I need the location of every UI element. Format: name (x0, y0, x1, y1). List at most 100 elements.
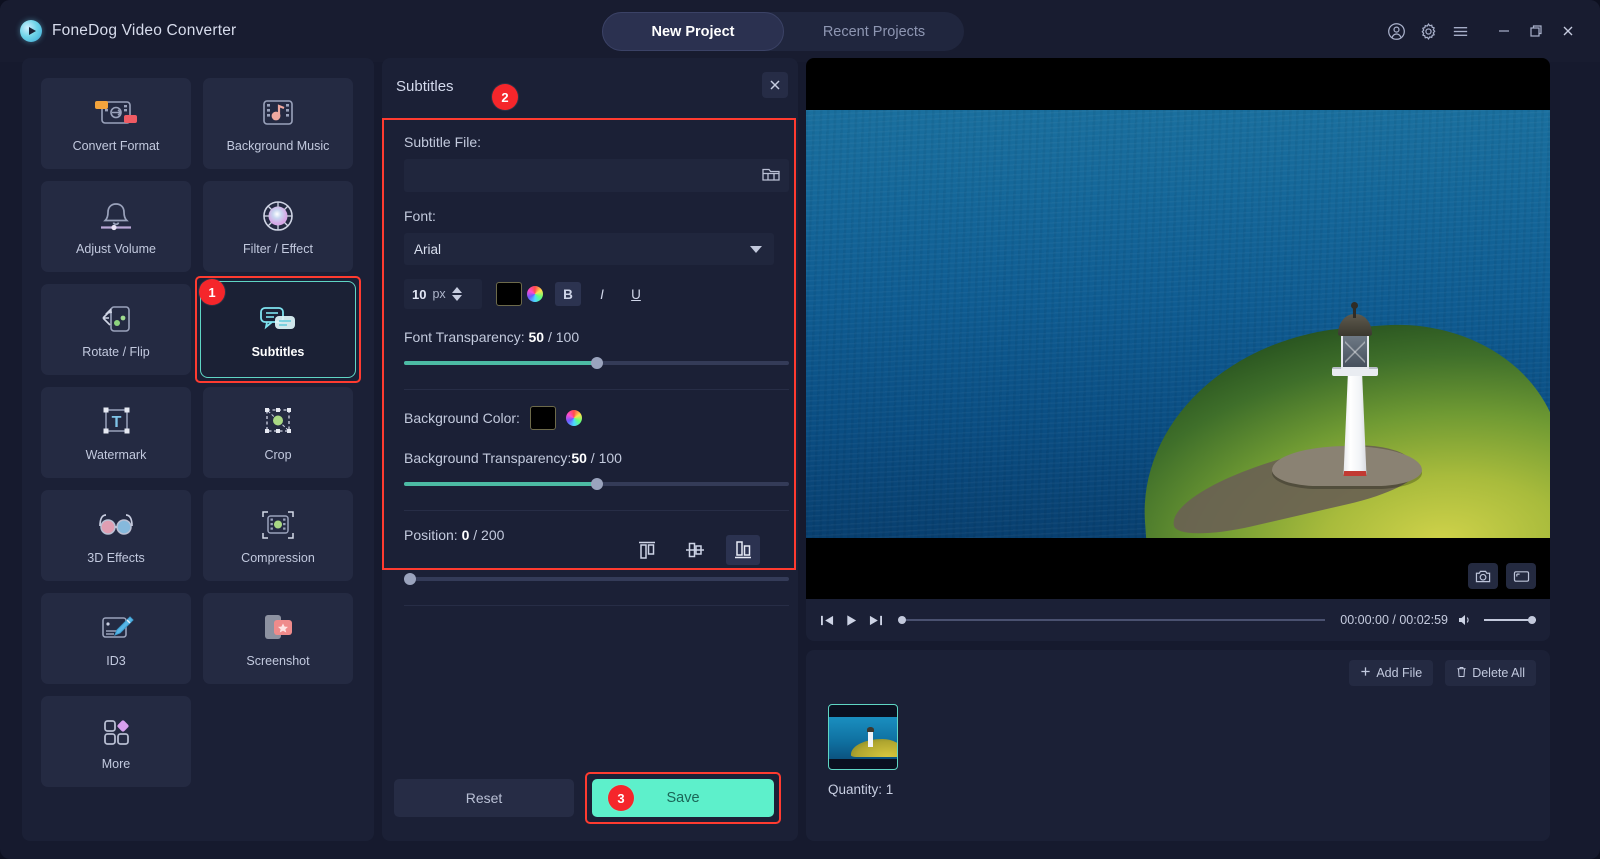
fullscreen-icon[interactable] (1506, 563, 1536, 589)
tool-3d-effects[interactable]: 3D Effects (41, 490, 191, 581)
tool-filter-effect[interactable]: Filter / Effect (203, 181, 353, 272)
italic-label: I (600, 286, 604, 302)
camera-icon[interactable] (1468, 563, 1498, 589)
volume-slider[interactable] (1484, 613, 1536, 627)
subtitle-file-field: Subtitle File: (404, 134, 789, 192)
tool-rotate-flip[interactable]: Rotate / Flip (41, 284, 191, 375)
background-transparency-text: Background Transparency: (404, 450, 572, 466)
font-size-unit: px (432, 287, 446, 301)
background-transparency-slider[interactable] (404, 476, 789, 492)
account-icon[interactable] (1380, 15, 1412, 47)
align-middle-icon[interactable] (678, 535, 712, 565)
underline-button[interactable]: U (623, 282, 649, 306)
more-icon (98, 712, 134, 750)
slider-fill (404, 361, 597, 365)
tool-watermark[interactable]: T Watermark (41, 387, 191, 478)
reset-button[interactable]: Reset (394, 779, 574, 817)
tool-compression[interactable]: Compression (203, 490, 353, 581)
tool-adjust-volume[interactable]: Adjust Volume (41, 181, 191, 272)
position-slider[interactable] (404, 571, 789, 587)
delete-all-label: Delete All (1472, 666, 1525, 680)
font-family-select[interactable]: Arial (404, 233, 774, 265)
tool-label: Compression (241, 551, 315, 565)
background-color-row: Background Color: (404, 406, 774, 430)
video-canvas[interactable] (806, 58, 1550, 599)
font-transparency-slider[interactable] (404, 355, 789, 371)
stepper-arrows-icon[interactable] (451, 287, 462, 301)
quantity-label: Quantity: 1 (828, 782, 894, 797)
chevron-down-icon (750, 246, 762, 253)
next-frame-icon[interactable] (868, 614, 883, 627)
alignment-buttons (630, 535, 760, 565)
background-transparency-label: Background Transparency:50 / 100 (404, 450, 774, 466)
playback-controls: 00:00:00 / 00:02:59 (806, 599, 1550, 641)
lighthouse (1320, 302, 1390, 476)
tool-convert-format[interactable]: Convert Format (41, 78, 191, 169)
tool-background-music[interactable]: Background Music (203, 78, 353, 169)
position-max: / 200 (473, 527, 505, 543)
subtitle-file-input[interactable] (404, 159, 789, 192)
background-color-label: Background Color: (404, 410, 520, 426)
bold-button[interactable]: B (555, 282, 581, 306)
lighthouse-finial (1351, 302, 1358, 318)
font-transparency-value: 50 (528, 329, 545, 345)
font-size-stepper[interactable]: 10 px (404, 279, 482, 309)
tab-new-project[interactable]: New Project (602, 12, 784, 51)
screenshot-icon (259, 609, 297, 647)
previous-frame-icon[interactable] (820, 614, 835, 627)
tool-crop[interactable]: Crop (203, 387, 353, 478)
progress-slider[interactable] (898, 613, 1326, 627)
minimize-button[interactable] (1488, 15, 1520, 47)
maximize-button[interactable] (1520, 15, 1552, 47)
align-bottom-icon[interactable] (726, 535, 760, 565)
tool-id3[interactable]: ID3 (41, 593, 191, 684)
file-thumbnail[interactable] (828, 704, 898, 770)
lighthouse-tower (1343, 372, 1367, 476)
position-row: Position: 0 / 200 (404, 527, 774, 567)
menu-icon[interactable] (1444, 15, 1476, 47)
delete-all-button[interactable]: Delete All (1445, 660, 1536, 686)
font-color-swatch[interactable] (496, 282, 522, 306)
font-style-row: 10 px B I U (404, 279, 774, 309)
tool-label: Screenshot (246, 654, 310, 668)
tool-screenshot[interactable]: Screenshot (203, 593, 353, 684)
video-preview-panel: 00:00:00 / 00:02:59 (806, 58, 1550, 641)
close-button[interactable] (1552, 15, 1584, 47)
application-window: FoneDog Video Converter New Project Rece… (0, 0, 1600, 859)
tools-grid: Convert Format Background Music Adjust V… (41, 78, 361, 787)
font-size-value: 10 (412, 286, 427, 302)
lighthouse-lamp-room (1341, 333, 1369, 369)
background-color-swatch[interactable] (529, 406, 556, 430)
slider-knob[interactable] (591, 357, 603, 369)
title-bar: FoneDog Video Converter New Project Rece… (0, 0, 1600, 62)
slider-knob[interactable] (591, 478, 603, 490)
tool-label: More (101, 757, 131, 771)
font-transparency-label: Font Transparency: 50 / 100 (404, 329, 774, 345)
filter-effect-icon (259, 197, 297, 235)
play-icon[interactable] (844, 614, 859, 627)
slider-knob[interactable] (404, 573, 416, 585)
tool-more[interactable]: More (41, 696, 191, 787)
volume-knob[interactable] (1528, 616, 1536, 624)
align-top-icon[interactable] (630, 535, 664, 565)
italic-button[interactable]: I (589, 282, 615, 306)
crop-icon (260, 403, 296, 441)
adjust-volume-icon (91, 197, 141, 235)
background-color-wheel-icon[interactable] (565, 410, 582, 426)
close-icon[interactable] (762, 72, 788, 98)
add-file-button[interactable]: Add File (1349, 660, 1434, 686)
progress-track (898, 619, 1326, 621)
volume-icon[interactable] (1457, 613, 1473, 627)
font-color-wheel-icon[interactable] (527, 286, 543, 302)
tab-recent-projects[interactable]: Recent Projects (784, 12, 964, 51)
folder-icon[interactable] (761, 165, 781, 188)
font-label: Font: (404, 208, 436, 224)
tool-subtitles[interactable]: 1 Subtitles (195, 276, 361, 383)
background-transparency-value: 50 (571, 450, 587, 466)
tool-label: Background Music (226, 139, 330, 153)
progress-knob[interactable] (898, 616, 906, 624)
tool-label: Watermark (85, 448, 147, 462)
settings-gear-icon[interactable] (1412, 15, 1444, 47)
divider (404, 510, 789, 511)
file-list-panel: Add File Delete All Quantity: 1 (806, 650, 1550, 841)
